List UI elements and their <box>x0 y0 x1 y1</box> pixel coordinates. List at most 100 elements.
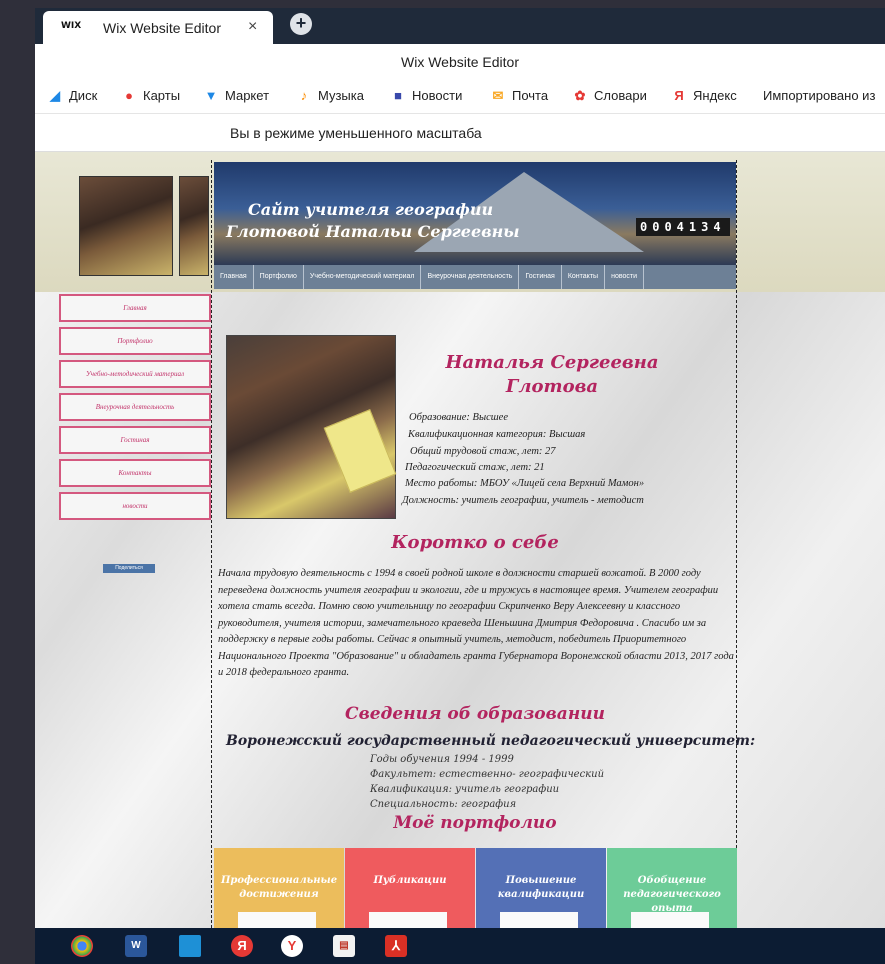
nav-portfolio[interactable]: Портфолио <box>254 265 304 289</box>
nav-extracurricular[interactable]: Внеурочная деятельность <box>421 265 520 289</box>
bookmark-label: Почта <box>512 88 549 103</box>
bookmarks-bar: ◢ Диск ● Карты ▼ Маркет ♪ Музыка ■ Новости ✉ П… <box>35 80 885 114</box>
site-column: Сайт учителя географии Глотовой Натальи … <box>211 160 755 928</box>
news-icon: ■ <box>394 88 402 103</box>
bookmark-maps[interactable]: ● Карты <box>121 88 180 103</box>
zoom-notice-bar: Вы в режиме уменьшенного масштаба <box>35 114 885 152</box>
card-title: Профессиональные достижения <box>220 875 338 900</box>
yandex-browser-icon[interactable]: Y <box>281 935 303 957</box>
mail-icon: ✉ <box>492 88 504 103</box>
bookmark-imported[interactable]: Импортировано из <box>763 88 875 103</box>
zoom-notice: Вы в режиме уменьшенного масштаба <box>230 125 482 141</box>
education-qualification: Квалификация: учитель географии <box>370 784 560 795</box>
left-menu-item-guest[interactable]: Гостиная <box>59 426 211 454</box>
info-workplace: Место работы: МБОУ «Лицей села Верхний М… <box>405 478 645 489</box>
maps-pin-icon: ● <box>125 88 133 103</box>
gallery-photo-next[interactable] <box>179 176 209 276</box>
nav-materials[interactable]: Учебно-методический материал <box>304 265 422 289</box>
info-category: Квалификационная категория: Высшая <box>408 429 586 440</box>
site-nav: Главная Портфолио Учебно-методический мате… <box>214 265 736 289</box>
gallery-photo[interactable] <box>79 176 173 276</box>
nav-home[interactable]: Главная <box>214 265 254 289</box>
info-total-experience: Общий трудовой стаж, лет: 27 <box>410 446 556 457</box>
bookmark-label: Карты <box>143 88 181 103</box>
card-title: Повышение квалификации <box>497 875 585 900</box>
bookmark-yandex[interactable]: Я Яндекс <box>671 88 737 103</box>
trophy-image <box>238 912 316 928</box>
left-menu-item-home[interactable]: Главная <box>59 294 211 322</box>
banner-title-line2: Глотовой Натальи Сергеевны <box>226 222 520 241</box>
info-education: Образование: Высшее <box>409 412 508 423</box>
vk-share-button[interactable]: Поделиться <box>103 564 155 573</box>
window-title: Wix Website Editor <box>401 54 519 70</box>
tab-strip: WIX Wix Website Editor × + <box>35 8 885 44</box>
editor-canvas: Главная Портфолио Учебно-методический ма… <box>35 152 885 928</box>
education-faculty: Факультет: естественно- географический <box>370 769 605 780</box>
tab-title: Wix Website Editor <box>103 20 221 36</box>
teacher-photo[interactable] <box>226 335 397 519</box>
new-tab-button[interactable]: + <box>290 13 312 35</box>
bookmark-dictionary[interactable]: ✿ Словари <box>572 88 647 104</box>
bookmark-news[interactable]: ■ Новости <box>390 88 462 103</box>
portfolio-card-achievements[interactable]: Профессиональные достижения <box>214 848 344 928</box>
banner-title-line1: Сайт учителя географии <box>248 200 494 219</box>
nav-guest[interactable]: Гостиная <box>519 265 562 289</box>
word-icon[interactable]: W <box>125 935 147 957</box>
portfolio-heading: Моё портфолио <box>393 813 557 833</box>
left-menu-item-portfolio[interactable]: Портфолио <box>59 327 211 355</box>
about-heading: Коротко о себе <box>391 532 559 553</box>
certificate-image <box>323 409 397 493</box>
education-specialty: Специальность: география <box>370 799 517 810</box>
music-icon: ♪ <box>300 88 308 103</box>
teacher-name: Наталья Сергеевна <box>445 352 659 373</box>
bookmark-label: Импортировано из <box>763 88 876 103</box>
info-teaching-experience: Педагогический стаж, лет: 21 <box>405 462 545 473</box>
acrobat-icon[interactable]: ⅄ <box>385 935 407 957</box>
nav-news[interactable]: новости <box>605 265 644 289</box>
info-position: Должность: учитель географии, учитель - … <box>402 495 644 506</box>
bookmark-label: Диск <box>69 88 98 103</box>
education-heading: Сведения об образовании <box>345 704 605 724</box>
document-icon[interactable]: ▤ <box>333 935 355 957</box>
left-menu-item-news[interactable]: новости <box>59 492 211 520</box>
browser-window: WIX Wix Website Editor × + Wix Website E… <box>35 8 885 928</box>
site-banner: Сайт учителя географии Глотовой Натальи … <box>214 162 736 265</box>
card-title: Обобщение педагогического опыта <box>623 875 721 914</box>
experience-image <box>631 912 709 928</box>
portfolio-card-qualification[interactable]: Повышение квалификации <box>476 848 606 928</box>
file-explorer-icon[interactable] <box>179 935 201 957</box>
chrome-icon[interactable] <box>71 935 93 957</box>
bookmark-music[interactable]: ♪ Музыка <box>296 88 364 103</box>
teacher-surname: Глотова <box>505 376 599 397</box>
taskbar: W Я Y ▤ ⅄ <box>35 928 885 964</box>
education-years: Годы обучения 1994 - 1999 <box>370 754 514 765</box>
bookmark-mail[interactable]: ✉ Почта <box>490 88 549 104</box>
window-title-bar: Wix Website Editor <box>35 44 885 80</box>
about-text: Начала трудовую деятельность с 1994 в св… <box>218 568 734 678</box>
left-menu-item-materials[interactable]: Учебно-методический материал <box>59 360 211 388</box>
cart-icon: ▼ <box>204 88 218 103</box>
left-menu-item-contacts[interactable]: Контакты <box>59 459 211 487</box>
bookmark-label: Словари <box>594 88 647 103</box>
card-title: Публикации <box>373 875 447 886</box>
bookmark-label: Новости <box>412 88 463 103</box>
portfolio-card-experience[interactable]: Обобщение педагогического опыта <box>607 848 737 928</box>
visit-counter: 0004134 <box>636 218 730 236</box>
university-name: Воронежский государственный педагогическ… <box>226 733 756 749</box>
tab-wix-editor[interactable]: WIX Wix Website Editor × <box>43 11 273 44</box>
bookmark-label: Яндекс <box>693 88 737 103</box>
bookmark-market[interactable]: ▼ Маркет <box>203 88 269 103</box>
nav-contacts[interactable]: Контакты <box>562 265 606 289</box>
bookmark-disk[interactable]: ◢ Диск <box>47 88 97 104</box>
dictionary-icon: ✿ <box>574 88 586 103</box>
disk-icon: ◢ <box>50 88 60 103</box>
portfolio-card-publications[interactable]: Публикации <box>345 848 475 928</box>
yandex-icon: Я <box>674 88 684 103</box>
figure-image <box>369 912 447 928</box>
network-image <box>500 912 578 928</box>
left-menu-item-extracurricular[interactable]: Внеурочная деятельность <box>59 393 211 421</box>
bookmark-label: Музыка <box>318 88 364 103</box>
bookmark-label: Маркет <box>225 88 270 103</box>
close-tab-icon[interactable]: × <box>248 18 257 36</box>
yandex-icon[interactable]: Я <box>231 935 253 957</box>
